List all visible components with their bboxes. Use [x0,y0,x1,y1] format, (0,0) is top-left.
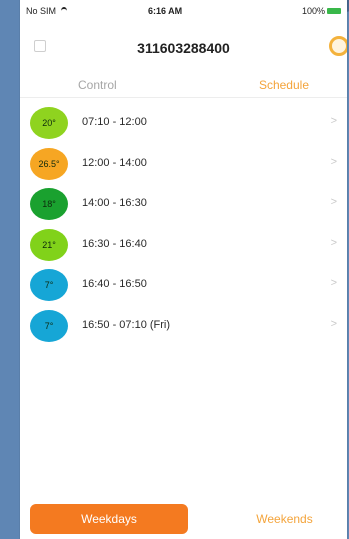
page-title: 311603288400 [137,40,230,56]
weekends-button[interactable]: Weekends [222,504,347,534]
schedule-row[interactable]: 18° 14:00 - 16:30 > [20,185,347,226]
status-time: 6:16 AM [148,6,183,16]
temp-circle: 7° [30,309,68,342]
chevron-right-icon: > [330,317,337,330]
bottom-bar: Weekdays Weekends [20,500,347,539]
temp-circle: 26.5° [30,147,68,180]
carrier-text: No SIM [26,6,57,16]
tab-control[interactable]: Control [78,78,117,92]
carrier: No SIM [26,6,67,16]
temp-circle: 18° [30,188,68,221]
schedule-row[interactable]: 7° 16:50 - 07:10 (Fri) > [20,307,347,348]
temp-circle: 7° [30,269,68,302]
phone-screen: No SIM 6:16 AM 100% 311603288400 Control… [20,0,347,539]
chevron-right-icon: > [330,196,337,209]
time-range: 16:40 - 16:50 [82,278,147,291]
schedule-row[interactable]: 26.5° 12:00 - 14:00 > [20,145,347,186]
schedule-row[interactable]: 20° 07:10 - 12:00 > [20,104,347,145]
chevron-right-icon: > [330,115,337,127]
tab-schedule[interactable]: Schedule [259,78,309,92]
time-range: 16:30 - 16:40 [82,237,147,250]
status-bar: No SIM 6:16 AM 100% [20,0,347,20]
tabs: Control Schedule [20,70,347,98]
weekdays-button[interactable]: Weekdays [30,504,188,534]
temp-circle: 20° [30,107,68,139]
chevron-right-icon: > [330,236,337,249]
wifi-icon [60,7,67,15]
nav-bar: 311603288400 [20,24,347,68]
chevron-right-icon: > [330,155,337,168]
time-range: 14:00 - 16:30 [82,197,147,210]
time-range: 07:10 - 12:00 [82,116,147,128]
time-range: 16:50 - 07:10 (Fri) [82,318,171,331]
schedule-row[interactable]: 7° 16:40 - 16:50 > [20,266,347,307]
battery-percent: 100% [301,6,325,16]
temp-circle: 21° [30,228,68,261]
tab-divider [20,97,347,98]
battery-icon [327,8,341,14]
time-range: 12:00 - 14:00 [82,156,147,169]
gear-icon[interactable] [329,36,347,56]
schedule-list: 20° 07:10 - 12:00 > 26.5° 12:00 - 14:00 … [20,104,347,348]
chevron-right-icon: > [330,277,337,290]
schedule-row[interactable]: 21° 16:30 - 16:40 > [20,226,347,267]
